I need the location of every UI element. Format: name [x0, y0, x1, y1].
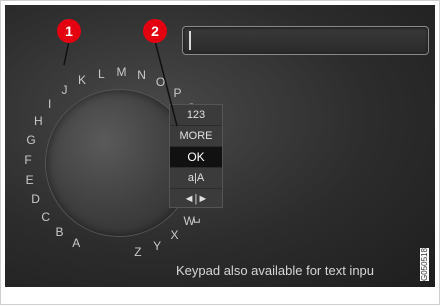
wheel-letter-n[interactable]: N [132, 65, 152, 85]
wheel-letter-x[interactable]: X [165, 225, 185, 245]
wheel-option-menu: 123 MORE OK a|A ◄|► [169, 104, 223, 208]
menu-item-more[interactable]: MORE [170, 126, 222, 147]
callout-1: 1 [57, 19, 81, 43]
wheel-letter-g[interactable]: G [21, 130, 41, 150]
wheel-letter-c[interactable]: C [36, 207, 56, 227]
hint-text: Keypad also available for text inpu [176, 263, 375, 278]
menu-item-ok[interactable]: OK [170, 147, 222, 168]
wheel-letter-k[interactable]: K [72, 70, 92, 90]
menu-item-case-toggle[interactable]: a|A [170, 168, 222, 189]
wheel-letter-f[interactable]: F [18, 150, 38, 170]
wheel-letter-z[interactable]: Z [128, 242, 148, 262]
display-screen: ABCDEFGHIJKLMNOPQRSTUVWXYZ 123 MORE OK a… [5, 5, 435, 287]
text-input-field[interactable] [182, 26, 429, 55]
text-cursor [189, 31, 191, 50]
wheel-letter-m[interactable]: M [112, 62, 132, 82]
wheel-letter-e[interactable]: E [20, 170, 40, 190]
menu-item-numbers[interactable]: 123 [170, 105, 222, 126]
callout-2: 2 [143, 19, 167, 43]
wheel-letter-y[interactable]: Y [147, 236, 167, 256]
wheel-letter-d[interactable]: D [26, 189, 46, 209]
image-id: G050518 [420, 248, 429, 281]
figure-frame: ABCDEFGHIJKLMNOPQRSTUVWXYZ 123 MORE OK a… [0, 0, 440, 305]
menu-item-cursor-move[interactable]: ◄|► [170, 189, 222, 209]
space-key[interactable]: ␣ [193, 209, 201, 223]
wheel-letter-l[interactable]: L [91, 64, 111, 84]
